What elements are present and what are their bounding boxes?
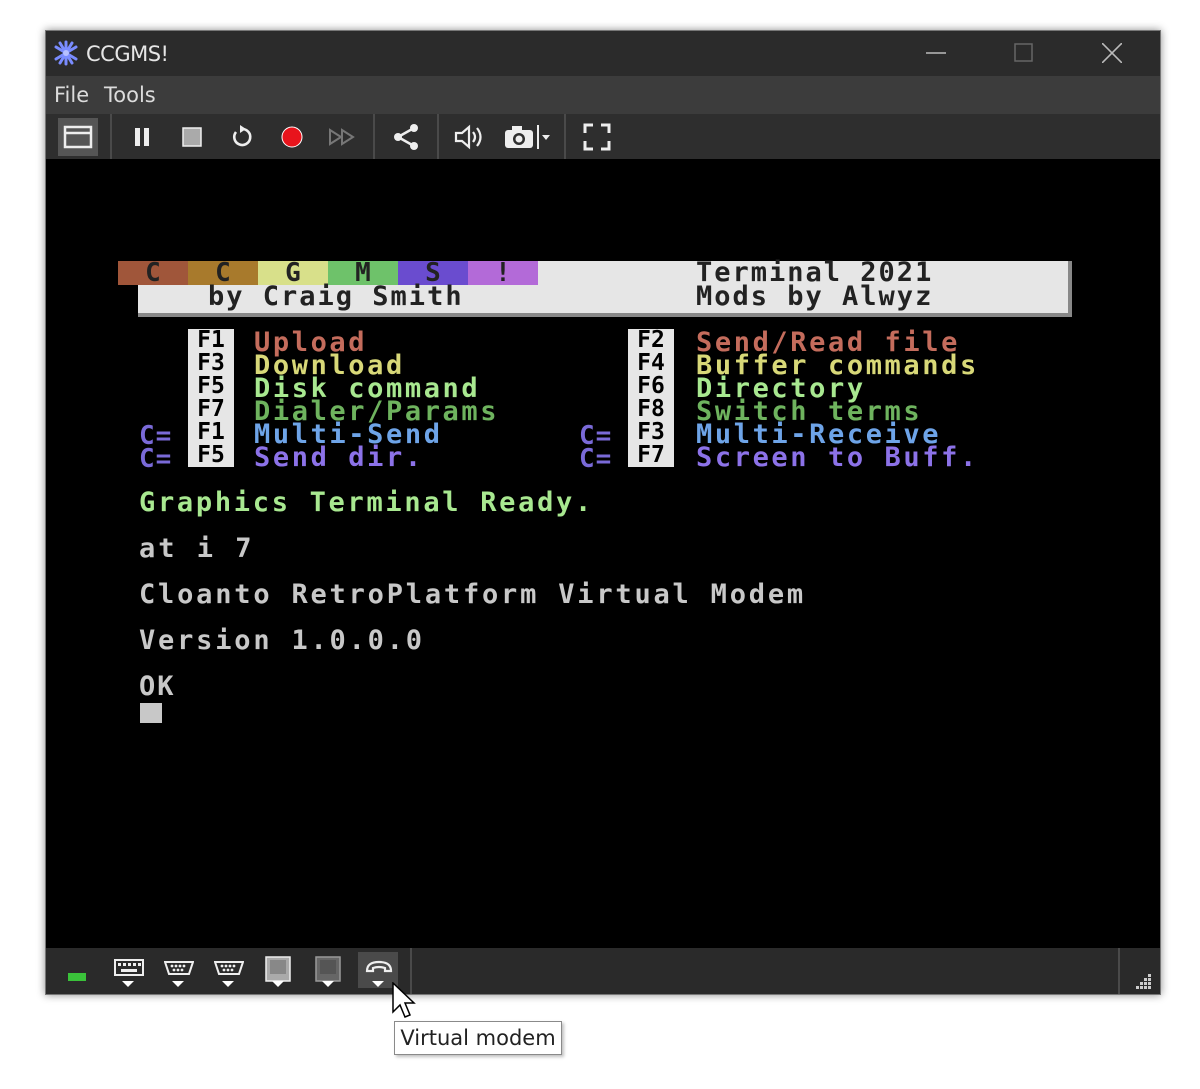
serial-port-icon [164, 961, 194, 975]
function-key-f1: F1 [184, 421, 234, 444]
function-key-f8: F8 [624, 398, 674, 421]
chevron-down-icon [122, 981, 134, 987]
resize-grip-icon[interactable] [1136, 974, 1152, 990]
close-button[interactable] [1068, 31, 1156, 76]
power-led [58, 952, 98, 988]
function-key-label: Screen to Buff. [696, 442, 979, 473]
window-title: CCGMS! [86, 42, 169, 66]
logo-letter: C [118, 260, 188, 286]
title-bar: CCGMS! [46, 31, 1160, 76]
virtual-modem-tooltip: Virtual modem [394, 1021, 562, 1055]
function-key-f2: F2 [624, 329, 674, 352]
maximize-button[interactable] [980, 31, 1068, 76]
stop-button[interactable] [172, 118, 212, 156]
joystick-port-2-button[interactable] [208, 952, 248, 988]
fast-forward-icon [329, 128, 355, 146]
statusbar-separator [1118, 948, 1120, 994]
share-button[interactable] [386, 118, 426, 156]
logo-letter: ! [468, 260, 538, 286]
serial-port-icon [214, 961, 244, 975]
toolbar-separator [564, 114, 566, 159]
chevron-down-icon [272, 981, 284, 987]
pause-icon [135, 128, 149, 146]
close-icon [1102, 43, 1122, 63]
fast-forward-button[interactable] [322, 118, 362, 156]
emulator-window: CCGMS! File Tools C C G M S ! by Craig S… [45, 30, 1161, 995]
function-key-f3: F3 [624, 421, 674, 444]
banner-mods-right: Mods by Alwyz [696, 281, 934, 312]
toolbar-separator [437, 114, 439, 159]
volume-button[interactable] [450, 118, 490, 156]
camera-icon [505, 125, 550, 149]
chevron-down-icon [172, 981, 184, 987]
volume-icon [454, 124, 482, 150]
keyboard-icon [114, 959, 144, 976]
function-key-f1: F1 [184, 329, 234, 352]
menu-tools[interactable]: Tools [104, 83, 156, 107]
share-icon [394, 124, 418, 150]
toolbar-separator [110, 114, 112, 159]
disk-drive-8-button[interactable] [258, 952, 298, 988]
terminal-cursor [140, 703, 162, 723]
function-key-f7: F7 [624, 444, 674, 467]
chevron-down-icon [222, 981, 234, 987]
record-icon [281, 126, 303, 148]
maximize-icon [1014, 43, 1033, 62]
fullscreen-button[interactable] [577, 118, 617, 156]
screenshot-button[interactable] [500, 118, 554, 156]
toolbar [46, 114, 1160, 159]
terminal-version-line: Version 1.0.0.0 [139, 625, 425, 656]
function-key-f6: F6 [624, 375, 674, 398]
function-key-f7: F7 [184, 398, 234, 421]
pause-button[interactable] [122, 118, 162, 156]
commodore-key-prefix: C= [579, 444, 613, 474]
keyboard-button[interactable] [108, 952, 148, 988]
reset-button[interactable] [222, 118, 262, 156]
window-view-button[interactable] [58, 118, 98, 156]
terminal-command-line: at i 7 [139, 533, 255, 564]
reset-icon [232, 125, 252, 147]
disk-drive-9-button[interactable] [308, 952, 348, 988]
floppy-drive-icon [265, 956, 291, 982]
function-key-f3: F3 [184, 352, 234, 375]
menu-bar: File Tools [46, 76, 1160, 114]
status-bar [46, 948, 1160, 994]
stop-icon [182, 127, 202, 147]
function-key-f4: F4 [624, 352, 674, 375]
floppy-drive-icon [315, 956, 341, 982]
menu-file[interactable]: File [54, 83, 89, 107]
app-snowflake-icon [54, 40, 78, 66]
function-key-label: Send dir. [254, 442, 424, 473]
c64-screen[interactable]: C C G M S! by Craig Smith Terminal 2021 Mods… [46, 159, 1160, 948]
window-icon [63, 125, 93, 149]
joystick-port-1-button[interactable] [158, 952, 198, 988]
minimize-icon [926, 52, 946, 54]
commodore-key-prefix: C= [139, 444, 173, 474]
terminal-ready-line: Graphics Terminal Ready. [139, 487, 594, 518]
banner-byline: by Craig Smith [208, 281, 464, 312]
fullscreen-icon [583, 123, 611, 151]
mouse-pointer-icon [392, 982, 416, 1018]
minimize-button[interactable] [892, 31, 980, 76]
terminal-modem-line: Cloanto RetroPlatform Virtual Modem [139, 579, 806, 610]
terminal-ok-line: OK [139, 671, 176, 702]
record-button[interactable] [272, 118, 312, 156]
chevron-down-icon [322, 981, 334, 987]
function-key-f5: F5 [184, 444, 234, 467]
toolbar-separator [373, 114, 375, 159]
power-led-icon [68, 973, 86, 981]
chevron-down-icon [372, 981, 384, 987]
telephone-icon [365, 960, 393, 973]
function-key-f5: F5 [184, 375, 234, 398]
